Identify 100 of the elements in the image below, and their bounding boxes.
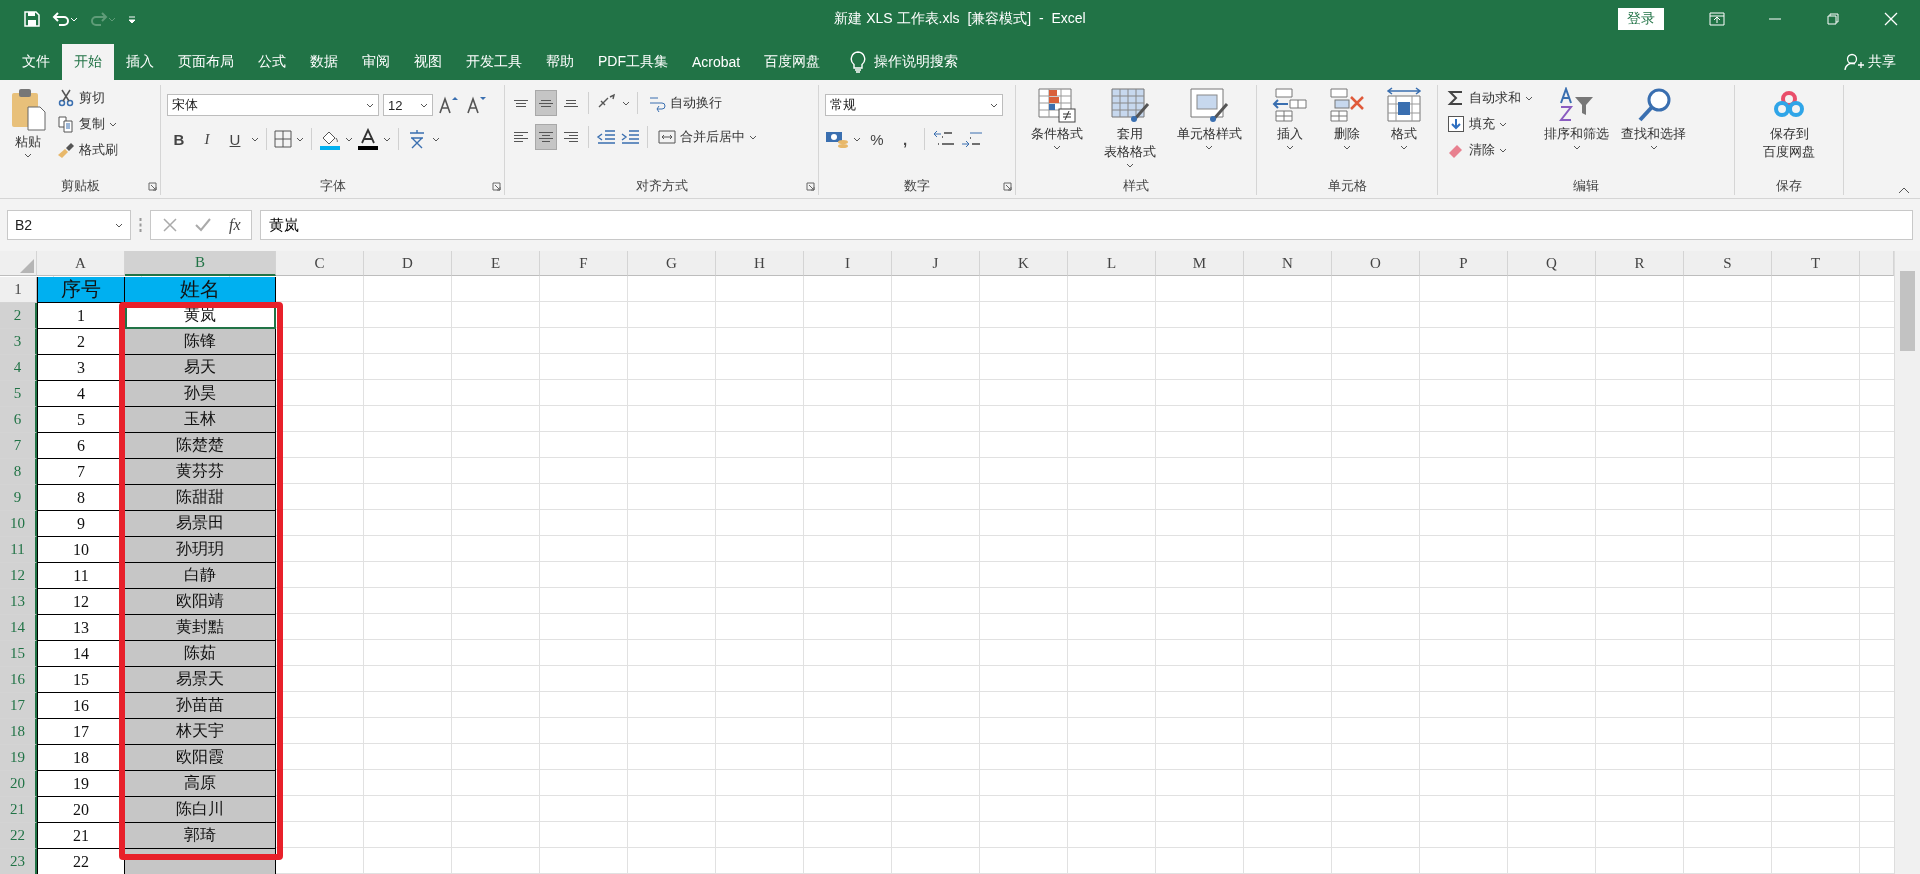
cellstyle-button[interactable]: 单元格样式	[1172, 85, 1246, 177]
shrink-font-icon[interactable]	[465, 95, 489, 115]
merge-center-button[interactable]: 合并后居中	[655, 126, 760, 148]
row-header[interactable]: 21	[0, 797, 37, 823]
clear-button[interactable]: 清除	[1444, 139, 1536, 161]
number-format-field[interactable]: 常规	[825, 94, 1003, 116]
column-header[interactable]: O	[1332, 251, 1420, 276]
currency-icon[interactable]	[825, 129, 849, 149]
column-header[interactable]: P	[1420, 251, 1508, 276]
row-header[interactable]: 16	[0, 667, 37, 693]
row-header[interactable]: 11	[0, 537, 37, 563]
column-header[interactable]: R	[1596, 251, 1684, 276]
ribbon-tab[interactable]: 开发工具	[454, 44, 534, 80]
minimize-icon[interactable]	[1769, 17, 1781, 20]
name-box[interactable]: B2	[7, 210, 131, 240]
ribbon-tab[interactable]: 开始	[62, 44, 114, 80]
increase-indent-icon[interactable]	[620, 128, 640, 146]
brush-button[interactable]: 格式刷	[54, 139, 121, 161]
row-header[interactable]: 2	[0, 303, 37, 329]
column-header[interactable]: A	[37, 251, 125, 276]
format-button[interactable]: 格式	[1380, 85, 1429, 177]
dialog-launcher-icon[interactable]	[492, 182, 501, 191]
row-header[interactable]: 5	[0, 381, 37, 407]
dialog-launcher-icon[interactable]	[1003, 182, 1012, 191]
column-header[interactable]: M	[1156, 251, 1244, 276]
row-header[interactable]: 13	[0, 589, 37, 615]
wrap-text-button[interactable]: 自动换行	[645, 92, 725, 114]
bold-button[interactable]: B	[167, 126, 191, 152]
close-icon[interactable]	[1884, 11, 1898, 26]
comma-style-button[interactable]: ,	[893, 126, 917, 152]
ribbon-tab[interactable]: Acrobat	[680, 44, 753, 80]
ribbon-tab[interactable]: 审阅	[350, 44, 402, 80]
ribbon-display-icon[interactable]	[1709, 11, 1725, 26]
ribbon-tab[interactable]: 百度网盘	[752, 44, 833, 80]
insert-function-button[interactable]: fx	[229, 216, 241, 234]
find-button[interactable]: 查找和选择	[1617, 85, 1690, 177]
borders-icon[interactable]	[274, 130, 292, 148]
row-header[interactable]: 8	[0, 459, 37, 485]
table-button[interactable]: 套用 表格格式	[1099, 85, 1160, 177]
ribbon-tab[interactable]: 帮助	[534, 44, 586, 80]
insert-button[interactable]: 插入	[1265, 85, 1314, 177]
row-header[interactable]: 18	[0, 719, 37, 745]
row-header[interactable]: 12	[0, 563, 37, 589]
column-header[interactable]: E	[452, 251, 540, 276]
checkmark-icon[interactable]	[195, 218, 211, 232]
row-header[interactable]: 19	[0, 745, 37, 771]
row-header[interactable]: 7	[0, 433, 37, 459]
ribbon-tab[interactable]: 页面布局	[166, 44, 246, 80]
column-header[interactable]: S	[1684, 251, 1772, 276]
cut-button[interactable]: 剪切	[54, 87, 121, 109]
decrease-indent-icon[interactable]	[596, 128, 616, 146]
font-size-field[interactable]: 12	[383, 94, 433, 116]
font-name-field[interactable]: 宋体	[167, 94, 379, 116]
column-header[interactable]: K	[980, 251, 1068, 276]
conditional-button[interactable]: 条件格式	[1026, 85, 1087, 177]
row-header[interactable]: 3	[0, 329, 37, 355]
ribbon-tab[interactable]: 视图	[402, 44, 454, 80]
collapse-ribbon-icon[interactable]	[1898, 187, 1910, 194]
column-header[interactable]: G	[628, 251, 716, 276]
align-middle-button[interactable]	[535, 90, 557, 116]
ribbon-tab[interactable]: PDF工具集	[586, 44, 680, 80]
sort-button[interactable]: 排序和筛选	[1540, 85, 1613, 177]
underline-button[interactable]: U	[223, 126, 247, 152]
row-header[interactable]: 23	[0, 849, 37, 874]
ribbon-tab[interactable]: 文件	[10, 44, 62, 80]
column-header[interactable]: Q	[1508, 251, 1596, 276]
paste-button[interactable]: 粘贴	[6, 85, 50, 177]
dialog-launcher-icon[interactable]	[806, 182, 815, 191]
column-header[interactable]: N	[1244, 251, 1332, 276]
row-header[interactable]: 4	[0, 355, 37, 381]
row-header[interactable]: 6	[0, 407, 37, 433]
row-header[interactable]: 22	[0, 823, 37, 849]
row-header[interactable]: 10	[0, 511, 37, 537]
undo-icon[interactable]	[52, 10, 78, 27]
copy-button[interactable]: 复制	[54, 113, 121, 135]
row-header[interactable]: 15	[0, 641, 37, 667]
ribbon-tab[interactable]: 插入	[114, 44, 166, 80]
row-header[interactable]: 14	[0, 615, 37, 641]
column-header[interactable]: B	[125, 251, 276, 276]
restore-icon[interactable]	[1827, 12, 1839, 25]
row-header[interactable]: 20	[0, 771, 37, 797]
save-to-cloud-button[interactable]: 保存到 百度网盘	[1759, 85, 1819, 177]
ribbon-tab[interactable]: 数据	[298, 44, 350, 80]
fill-button[interactable]: 填充	[1444, 113, 1536, 135]
align-center-button[interactable]	[535, 124, 557, 150]
column-header[interactable]: C	[276, 251, 364, 276]
customize-icon[interactable]	[128, 13, 136, 24]
formula-input[interactable]: 黄岚	[259, 210, 1913, 240]
italic-button[interactable]: I	[195, 126, 219, 152]
column-header[interactable]: F	[540, 251, 628, 276]
tell-me-search[interactable]: 操作说明搜索	[874, 53, 959, 71]
dialog-launcher-icon[interactable]	[148, 182, 157, 191]
row-header[interactable]: 1	[0, 277, 37, 303]
row-header[interactable]: 17	[0, 693, 37, 719]
save-icon[interactable]	[24, 10, 40, 27]
row-header[interactable]: 9	[0, 485, 37, 511]
share-button[interactable]: 共享	[1868, 53, 1896, 71]
vertical-scrollbar[interactable]	[1894, 251, 1920, 874]
ribbon-tab[interactable]: 公式	[246, 44, 298, 80]
percent-style-button[interactable]: %	[865, 126, 889, 152]
